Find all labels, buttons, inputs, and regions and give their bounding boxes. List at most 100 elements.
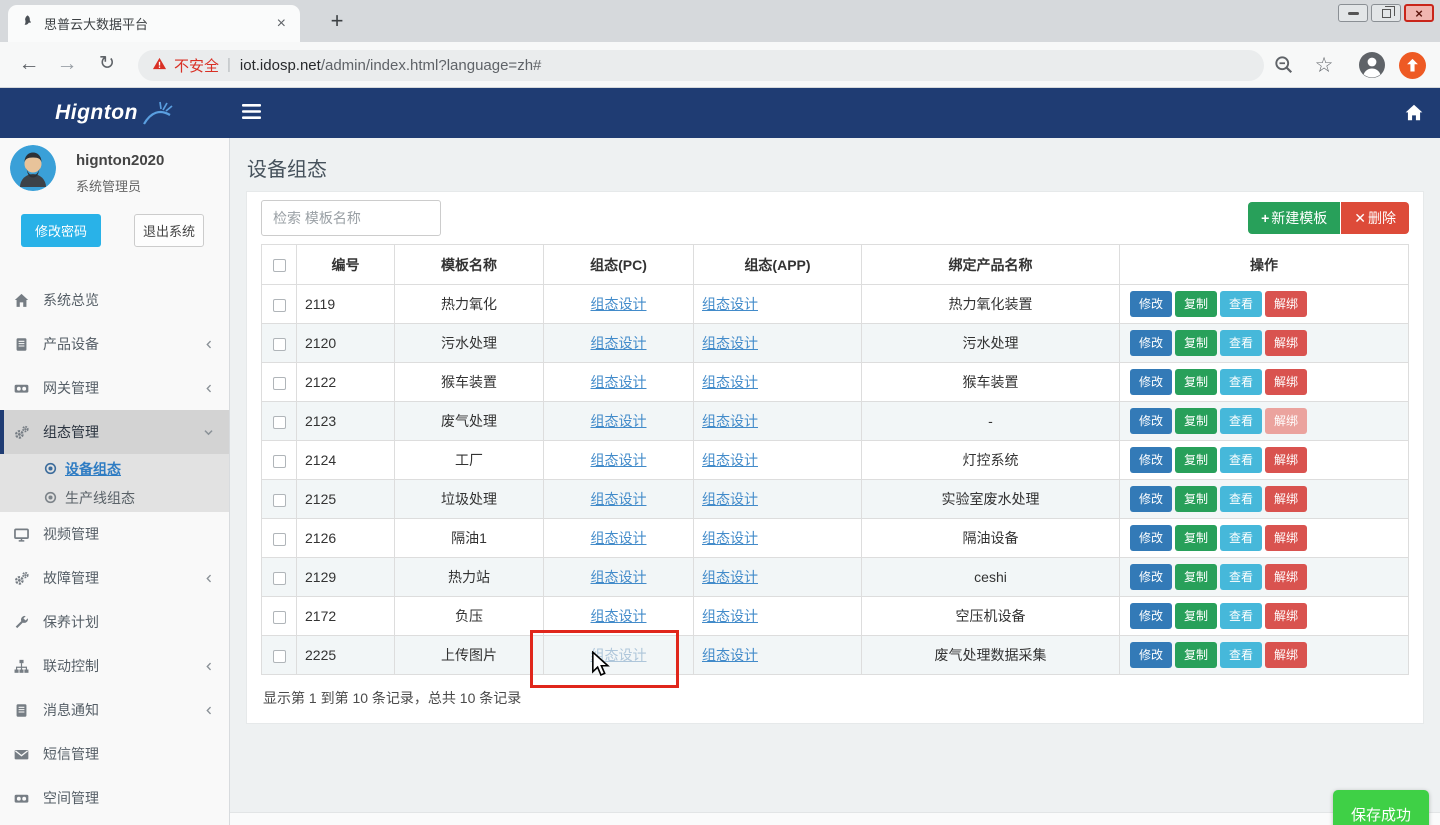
- sidebar-item[interactable]: 消息通知: [0, 688, 229, 732]
- copy-action-button[interactable]: 复制: [1175, 291, 1217, 317]
- bookmark-star-icon[interactable]: ☆: [1310, 51, 1338, 79]
- view-action-button[interactable]: 查看: [1220, 369, 1262, 395]
- edit-action-button[interactable]: 修改: [1130, 642, 1172, 668]
- unbind-action-button[interactable]: 解绑: [1265, 486, 1307, 512]
- app-config-link[interactable]: 组态设计: [702, 491, 758, 507]
- restore-button[interactable]: [1371, 4, 1401, 22]
- unbind-action-button[interactable]: 解绑: [1265, 525, 1307, 551]
- app-config-link[interactable]: 组态设计: [702, 569, 758, 585]
- view-action-button[interactable]: 查看: [1220, 603, 1262, 629]
- view-action-button[interactable]: 查看: [1220, 486, 1262, 512]
- unbind-action-button[interactable]: 解绑: [1265, 330, 1307, 356]
- row-checkbox[interactable]: [273, 611, 286, 624]
- pc-config-link[interactable]: 组态设计: [591, 335, 647, 351]
- avatar[interactable]: [10, 145, 56, 191]
- edit-action-button[interactable]: 修改: [1130, 291, 1172, 317]
- copy-action-button[interactable]: 复制: [1175, 525, 1217, 551]
- search-input[interactable]: [261, 200, 441, 236]
- unbind-action-button[interactable]: 解绑: [1265, 447, 1307, 473]
- unbind-action-button[interactable]: 解绑: [1265, 291, 1307, 317]
- edit-action-button[interactable]: 修改: [1130, 330, 1172, 356]
- edit-action-button[interactable]: 修改: [1130, 564, 1172, 590]
- copy-action-button[interactable]: 复制: [1175, 603, 1217, 629]
- app-config-link[interactable]: 组态设计: [702, 296, 758, 312]
- edit-action-button[interactable]: 修改: [1130, 369, 1172, 395]
- forward-icon[interactable]: →: [52, 42, 82, 88]
- browser-tab[interactable]: 思普云大数据平台 ×: [8, 5, 300, 42]
- row-checkbox[interactable]: [273, 338, 286, 351]
- change-password-button[interactable]: 修改密码: [21, 214, 101, 247]
- logout-button[interactable]: 退出系统: [134, 214, 204, 247]
- zoom-indicator-icon[interactable]: [1270, 51, 1298, 79]
- unbind-action-button[interactable]: 解绑: [1265, 642, 1307, 668]
- edit-action-button[interactable]: 修改: [1130, 603, 1172, 629]
- unbind-action-button[interactable]: 解绑: [1265, 564, 1307, 590]
- new-tab-button[interactable]: +: [322, 8, 352, 36]
- sidebar-subitem[interactable]: 生产线组态: [0, 483, 229, 512]
- view-action-button[interactable]: 查看: [1220, 525, 1262, 551]
- row-checkbox[interactable]: [273, 377, 286, 390]
- extension-update-icon[interactable]: [1398, 51, 1426, 79]
- tab-close-icon[interactable]: ×: [275, 15, 288, 33]
- sidebar-item[interactable]: 保养计划: [0, 600, 229, 644]
- row-checkbox[interactable]: [273, 455, 286, 468]
- row-checkbox[interactable]: [273, 416, 286, 429]
- sidebar-item[interactable]: 产品设备: [0, 322, 229, 366]
- edit-action-button[interactable]: 修改: [1130, 525, 1172, 551]
- copy-action-button[interactable]: 复制: [1175, 447, 1217, 473]
- sidebar-item[interactable]: 视频管理: [0, 512, 229, 556]
- app-config-link[interactable]: 组态设计: [702, 530, 758, 546]
- view-action-button[interactable]: 查看: [1220, 291, 1262, 317]
- address-bar[interactable]: 不安全 | iot.idosp.net/admin/index.html?lan…: [138, 50, 1264, 81]
- delete-button[interactable]: ✕删除: [1341, 202, 1409, 234]
- brand-logo[interactable]: Hignton: [0, 88, 230, 138]
- copy-action-button[interactable]: 复制: [1175, 369, 1217, 395]
- sidebar-item[interactable]: 故障管理: [0, 556, 229, 600]
- minimize-button[interactable]: [1338, 4, 1368, 22]
- app-config-link[interactable]: 组态设计: [702, 608, 758, 624]
- sidebar-item[interactable]: 网关管理: [0, 366, 229, 410]
- sidebar-subitem[interactable]: 设备组态: [0, 454, 229, 483]
- row-checkbox[interactable]: [273, 494, 286, 507]
- sidebar-item[interactable]: 系统总览: [0, 278, 229, 322]
- refresh-icon[interactable]: ↻: [92, 42, 122, 88]
- pc-config-link[interactable]: 组态设计: [591, 374, 647, 390]
- app-config-link[interactable]: 组态设计: [702, 374, 758, 390]
- copy-action-button[interactable]: 复制: [1175, 642, 1217, 668]
- back-icon[interactable]: ←: [14, 42, 44, 88]
- view-action-button[interactable]: 查看: [1220, 447, 1262, 473]
- pc-config-link[interactable]: 组态设计: [591, 491, 647, 507]
- sidebar-item[interactable]: 短信管理: [0, 732, 229, 776]
- sidebar-toggle-button[interactable]: [242, 104, 261, 125]
- app-config-link[interactable]: 组态设计: [702, 413, 758, 429]
- pc-config-link[interactable]: 组态设计: [591, 452, 647, 468]
- pc-config-link[interactable]: 组态设计: [591, 569, 647, 585]
- pc-config-link[interactable]: 组态设计: [591, 413, 647, 429]
- copy-action-button[interactable]: 复制: [1175, 330, 1217, 356]
- sidebar-item[interactable]: 联动控制: [0, 644, 229, 688]
- row-checkbox[interactable]: [273, 650, 286, 663]
- home-icon[interactable]: [1405, 104, 1423, 126]
- new-template-button[interactable]: +新建模板: [1248, 202, 1340, 234]
- pc-config-link[interactable]: 组态设计: [591, 530, 647, 546]
- unbind-action-button[interactable]: 解绑: [1265, 408, 1307, 434]
- profile-avatar-icon[interactable]: [1358, 51, 1386, 79]
- copy-action-button[interactable]: 复制: [1175, 408, 1217, 434]
- sidebar-item[interactable]: 空间管理: [0, 776, 229, 820]
- view-action-button[interactable]: 查看: [1220, 330, 1262, 356]
- sidebar-item[interactable]: 组态管理: [0, 410, 229, 454]
- app-config-link[interactable]: 组态设计: [702, 647, 758, 663]
- app-config-link[interactable]: 组态设计: [702, 452, 758, 468]
- close-button[interactable]: ×: [1404, 4, 1434, 22]
- view-action-button[interactable]: 查看: [1220, 564, 1262, 590]
- unbind-action-button[interactable]: 解绑: [1265, 369, 1307, 395]
- copy-action-button[interactable]: 复制: [1175, 564, 1217, 590]
- view-action-button[interactable]: 查看: [1220, 642, 1262, 668]
- edit-action-button[interactable]: 修改: [1130, 447, 1172, 473]
- app-config-link[interactable]: 组态设计: [702, 335, 758, 351]
- row-checkbox[interactable]: [273, 572, 286, 585]
- row-checkbox[interactable]: [273, 533, 286, 546]
- pc-config-link[interactable]: 组态设计: [591, 296, 647, 312]
- pc-config-link[interactable]: 组态设计: [591, 608, 647, 624]
- edit-action-button[interactable]: 修改: [1130, 486, 1172, 512]
